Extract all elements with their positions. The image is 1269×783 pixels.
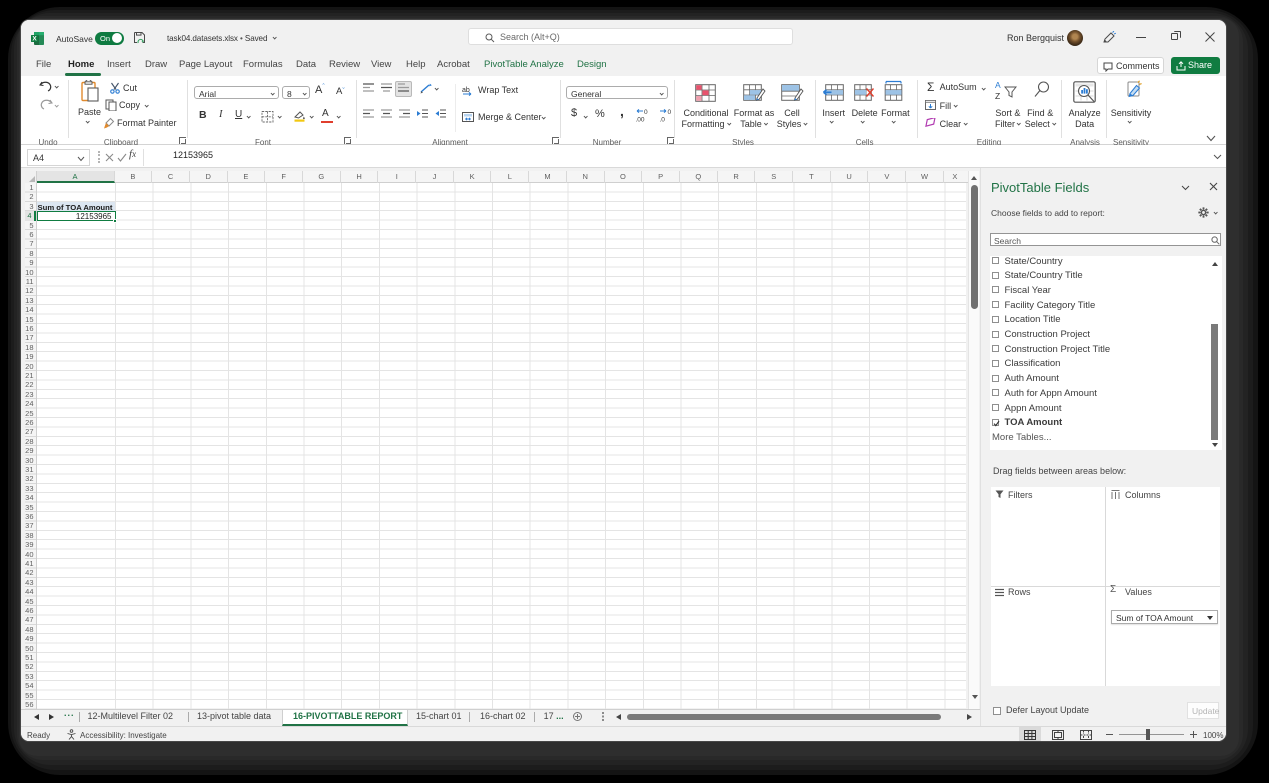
svg-text:.0: .0	[660, 117, 666, 124]
svg-text:.00: .00	[636, 117, 645, 124]
svg-text:0: 0	[644, 109, 648, 116]
svg-text:0: 0	[668, 109, 672, 116]
svg-text:ab: ab	[462, 87, 470, 94]
svg-text:X: X	[32, 36, 37, 43]
